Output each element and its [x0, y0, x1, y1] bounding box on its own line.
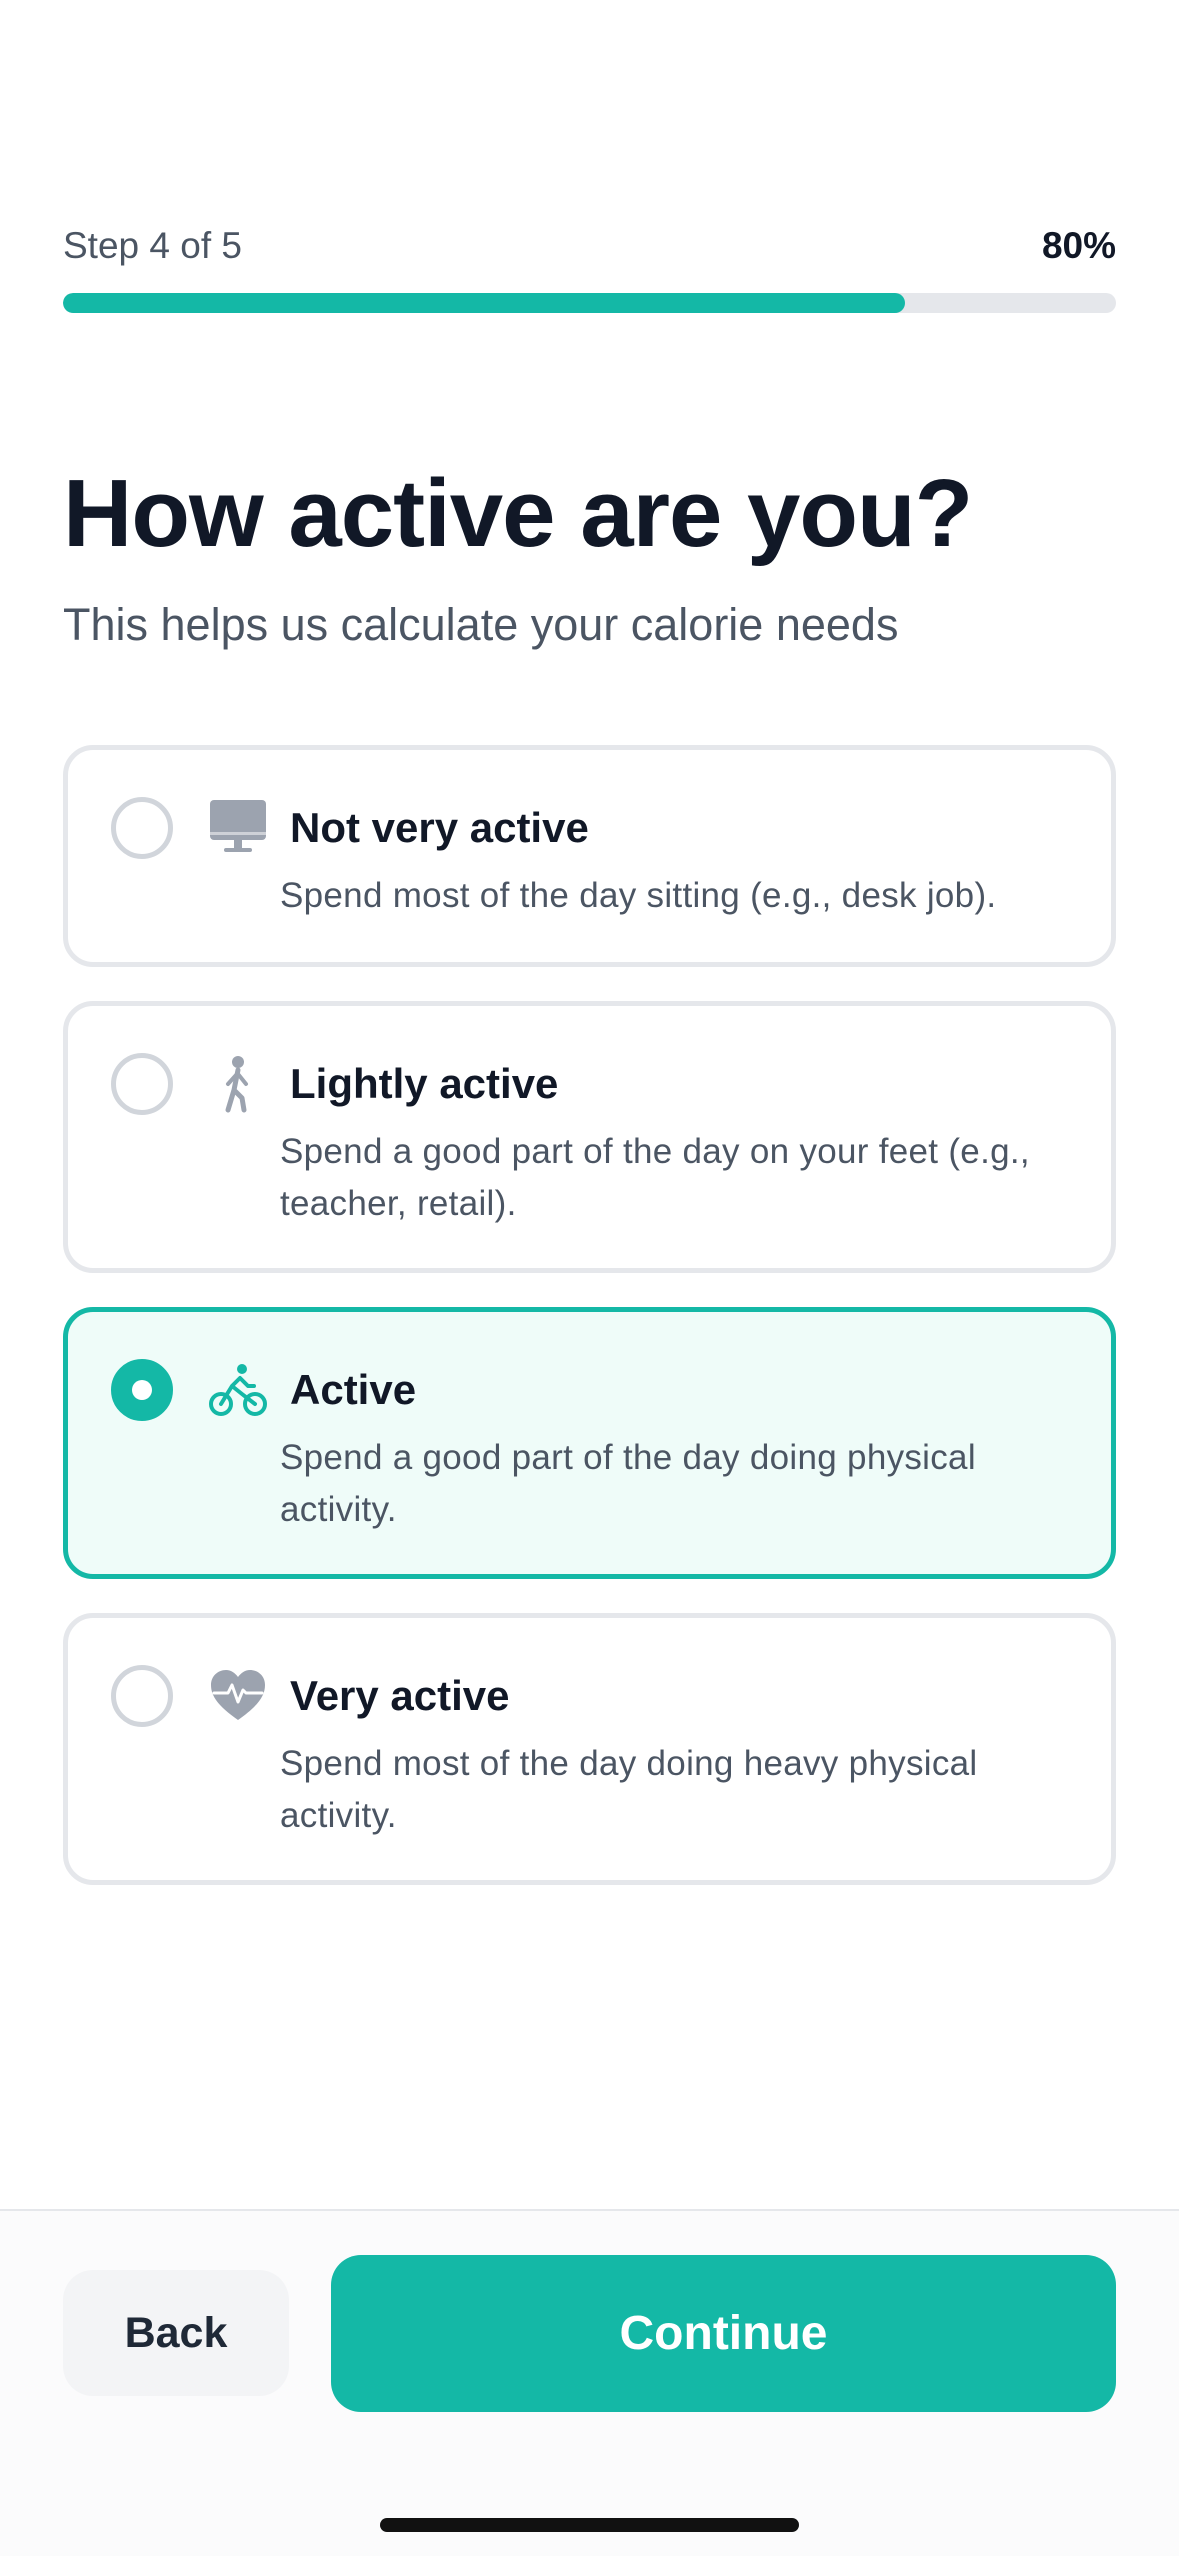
heart-pulse-icon [211, 1670, 265, 1720]
progress-header: Step 4 of 5 80% [63, 224, 1116, 268]
option-lightly-active[interactable]: Lightly active Spend a good part of the … [63, 1001, 1116, 1273]
continue-button[interactable]: Continue [331, 2255, 1116, 2412]
radio-button[interactable] [111, 797, 173, 859]
option-title: Active [290, 1366, 417, 1413]
progress-bar-fill [63, 293, 906, 313]
walking-person-icon [225, 1056, 248, 1113]
progress-percent: 80% [1041, 225, 1116, 266]
page-subtitle: This helps us calculate your calorie nee… [63, 599, 899, 650]
onboarding-screen: Step 4 of 5 80% How active are you? This… [0, 0, 1179, 2556]
desktop-computer-icon [210, 800, 266, 852]
progress-bar [63, 293, 1116, 313]
option-description: Spend most of the day sitting (e.g., des… [280, 876, 997, 915]
option-description: Spend a good part of the day on your fee… [280, 1132, 1030, 1223]
option-active[interactable]: Active Spend a good part of the day doin… [63, 1307, 1116, 1579]
radio-button[interactable] [111, 1053, 173, 1115]
option-not-very-active[interactable]: Not very active Spend most of the day si… [63, 745, 1116, 967]
back-button[interactable]: Back [63, 2270, 289, 2396]
radio-button-checked[interactable] [111, 1359, 173, 1421]
option-title: Very active [290, 1672, 510, 1719]
activity-options: Not very active Spend most of the day si… [63, 745, 1116, 1919]
home-indicator [380, 2518, 799, 2532]
option-title: Lightly active [290, 1060, 559, 1107]
cyclist-icon [209, 1364, 267, 1416]
option-description: Spend most of the day doing heavy physic… [280, 1744, 978, 1835]
option-very-active[interactable]: Very active Spend most of the day doing … [63, 1613, 1116, 1885]
radio-button[interactable] [111, 1665, 173, 1727]
option-description: Spend a good part of the day doing physi… [280, 1438, 976, 1529]
step-label: Step 4 of 5 [63, 225, 242, 266]
page-title: How active are you? [63, 460, 973, 567]
option-title: Not very active [290, 804, 589, 851]
